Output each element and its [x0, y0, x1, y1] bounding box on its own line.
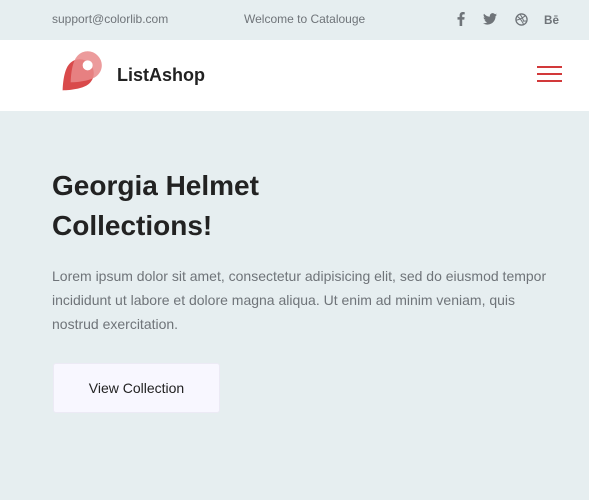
- hero-description: Lorem ipsum dolor sit amet, consectetur …: [52, 268, 547, 332]
- dribbble-icon[interactable]: [513, 11, 529, 27]
- hero-title-line1: Georgia Helmet: [52, 170, 259, 201]
- behance-icon[interactable]: Bē: [543, 11, 563, 27]
- svg-text:Bē: Bē: [544, 14, 559, 25]
- facebook-icon[interactable]: [455, 11, 467, 27]
- twitter-icon[interactable]: [482, 11, 498, 27]
- navbar: ListAshop: [0, 40, 589, 111]
- map-pin-logo-icon[interactable]: [52, 51, 104, 103]
- hero-title: Georgia Helmet Collections!: [52, 166, 352, 246]
- support-email[interactable]: support@colorlib.com: [52, 12, 168, 26]
- welcome-text: Welcome to Catalouge: [244, 12, 366, 26]
- brand-name[interactable]: ListAshop: [117, 65, 205, 86]
- hero-title-line2: Collections!: [52, 210, 213, 241]
- topbar: support@colorlib.com Welcome to Cataloug…: [0, 0, 589, 40]
- hamburger-menu-icon[interactable]: [537, 66, 562, 84]
- view-collection-button[interactable]: View Collection: [53, 363, 220, 413]
